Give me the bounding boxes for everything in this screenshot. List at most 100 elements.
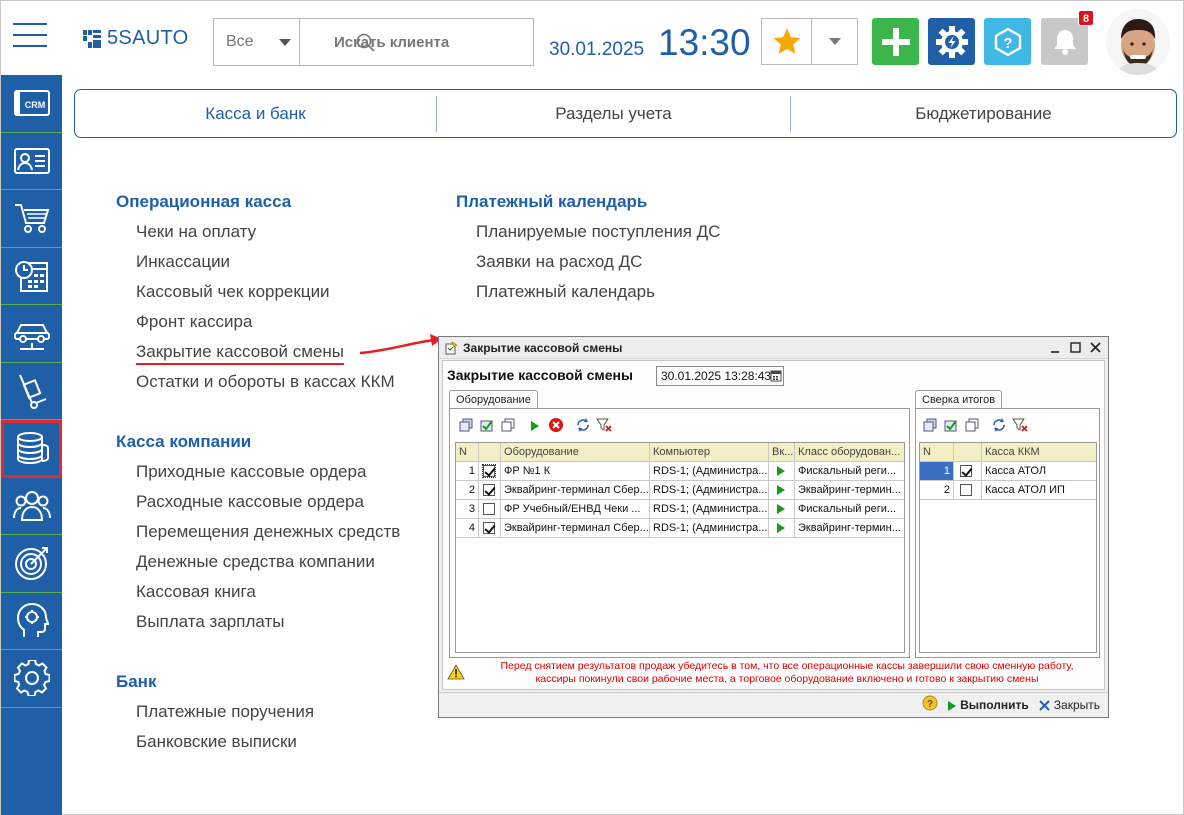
row-checkbox[interactable]	[479, 500, 501, 518]
link-expense-requests[interactable]: Заявки на расход ДС	[476, 252, 642, 272]
cancel-icon[interactable]	[548, 417, 564, 433]
equipment-panel: N Оборудование Компьютер Вк... Класс обо…	[449, 408, 910, 658]
enabled-play-icon[interactable]	[769, 462, 795, 480]
run-button[interactable]: Выполнить	[948, 698, 1029, 712]
datetime-field[interactable]: 30.01.2025 13:28:43	[656, 366, 784, 386]
section-title-cash-ops: Операционная касса	[116, 192, 292, 211]
help-button[interactable]: ?	[984, 18, 1031, 65]
row-checkbox[interactable]	[479, 481, 501, 499]
copy-icon[interactable]	[458, 417, 474, 433]
link-salary-payout[interactable]: Выплата зарплаты	[136, 612, 284, 632]
settings-button[interactable]	[928, 18, 975, 65]
search-input[interactable]	[300, 19, 533, 65]
table-row[interactable]: 1 ФР №1 К RDS-1; (Администра... Фискальн…	[456, 462, 904, 481]
link-incoming-orders[interactable]: Приходные кассовые ордера	[136, 462, 366, 482]
equipment-name: ФР Учебный/ЕНВД Чеки ...	[501, 500, 650, 518]
column-header-check[interactable]	[954, 443, 982, 461]
user-avatar[interactable]	[1106, 9, 1170, 75]
check-all-icon[interactable]	[479, 417, 495, 433]
link-bank-statements[interactable]: Банковские выписки	[136, 732, 297, 752]
close-button[interactable]: Закрыть	[1039, 698, 1100, 712]
app-logo[interactable]: 5SAUTO	[83, 27, 188, 50]
link-company-funds[interactable]: Денежные средства компании	[136, 552, 375, 572]
row-checkbox[interactable]	[954, 462, 982, 480]
link-planned-receipts[interactable]: Планируемые поступления ДС	[476, 222, 720, 242]
search-scope-select[interactable]: Все	[214, 19, 300, 65]
calendar-icon[interactable]	[770, 369, 782, 382]
equipment-table: N Оборудование Компьютер Вк... Класс обо…	[455, 442, 905, 653]
close-icon[interactable]	[1088, 341, 1102, 355]
sidebar-item-clients[interactable]	[1, 133, 62, 190]
copy-icon[interactable]	[922, 417, 938, 433]
favorites-button[interactable]	[762, 19, 812, 64]
sidebar-item-marketing[interactable]	[1, 535, 62, 593]
table-row[interactable]: 4 Эквайринг-терминал Сбер... RDS-1; (Адм…	[456, 519, 904, 538]
uncheck-all-icon[interactable]	[500, 417, 516, 433]
link-payment-calendar[interactable]: Платежный календарь	[476, 282, 655, 302]
sidebar-item-staff[interactable]	[1, 478, 62, 535]
sidebar-item-service[interactable]	[1, 305, 62, 363]
check-all-icon[interactable]	[943, 417, 959, 433]
notifications-count-badge: 8	[1078, 10, 1094, 26]
column-header-n[interactable]: N	[456, 443, 479, 461]
tab-budgeting[interactable]: Бюджетирование	[791, 90, 1176, 137]
tab-cash-and-bank[interactable]: Касса и банк	[75, 90, 436, 137]
sidebar-item-sales[interactable]	[1, 190, 62, 248]
sidebar-item-analytics[interactable]	[1, 593, 62, 650]
enabled-play-icon[interactable]	[769, 500, 795, 518]
refresh-icon[interactable]	[575, 417, 591, 433]
column-header-enabled[interactable]: Вк...	[769, 443, 795, 461]
contact-card-icon	[13, 147, 50, 174]
menu-hamburger-icon[interactable]	[13, 23, 47, 47]
tab-reconcile[interactable]: Сверка итогов	[915, 390, 1003, 409]
table-row[interactable]: 3 ФР Учебный/ЕНВД Чеки ... RDS-1; (Админ…	[456, 500, 904, 519]
tab-equipment[interactable]: Оборудование	[449, 390, 538, 409]
link-correction-check[interactable]: Кассовый чек коррекции	[136, 282, 330, 302]
favorites-dropdown[interactable]	[812, 19, 857, 64]
uncheck-all-icon[interactable]	[964, 417, 980, 433]
sidebar-item-settings[interactable]	[1, 650, 62, 708]
link-cash-transfers[interactable]: Перемещения денежных средств	[136, 522, 400, 542]
link-payment-orders[interactable]: Платежные поручения	[136, 702, 314, 722]
crm-label: CRM	[24, 100, 45, 110]
notifications-button[interactable]: 8	[1041, 10, 1094, 65]
maximize-icon[interactable]	[1068, 341, 1082, 355]
add-button[interactable]	[872, 18, 919, 65]
table-row[interactable]: 2 Эквайринг-терминал Сбер... RDS-1; (Адм…	[456, 481, 904, 500]
enabled-play-icon[interactable]	[769, 481, 795, 499]
column-header-n[interactable]: N	[920, 443, 954, 461]
dialog-titlebar: Закрытие кассовой смены	[439, 337, 1108, 359]
refresh-icon[interactable]	[991, 417, 1007, 433]
run-icon[interactable]	[527, 417, 543, 433]
sidebar-item-finance[interactable]	[1, 420, 62, 478]
column-header-equipment[interactable]: Оборудование	[501, 443, 650, 461]
link-close-cash-shift[interactable]: Закрытие кассовой смены	[136, 342, 344, 365]
gear-icon	[13, 660, 50, 697]
sidebar-item-warehouse[interactable]	[1, 363, 62, 420]
table-row[interactable]: 2 Касса АТОЛ ИП	[920, 481, 1096, 500]
enabled-play-icon[interactable]	[769, 519, 795, 537]
cart-icon	[14, 204, 49, 234]
sidebar-item-schedule[interactable]	[1, 248, 62, 305]
row-checkbox[interactable]	[479, 462, 501, 480]
tab-accounting-sections[interactable]: Разделы учета	[437, 90, 790, 137]
people-icon	[12, 490, 51, 521]
link-collections[interactable]: Инкассации	[136, 252, 230, 272]
row-checkbox[interactable]	[954, 481, 982, 499]
filter-clear-icon[interactable]	[596, 417, 612, 433]
column-header-class[interactable]: Класс оборудован...	[795, 443, 904, 461]
column-header-kkm[interactable]: Касса ККМ	[982, 443, 1096, 461]
row-checkbox[interactable]	[479, 519, 501, 537]
minimize-icon[interactable]	[1048, 341, 1062, 355]
link-cashier-front[interactable]: Фронт кассира	[136, 312, 252, 332]
filter-clear-icon[interactable]	[1012, 417, 1028, 433]
link-outgoing-orders[interactable]: Расходные кассовые ордера	[136, 492, 364, 512]
link-cash-book[interactable]: Кассовая книга	[136, 582, 256, 602]
column-header-check[interactable]	[479, 443, 501, 461]
sidebar-item-crm[interactable]: CRM	[1, 75, 62, 133]
column-header-computer[interactable]: Компьютер	[650, 443, 769, 461]
help-icon[interactable]: ?	[922, 695, 938, 716]
link-payment-checks[interactable]: Чеки на оплату	[136, 222, 256, 242]
link-kkm-balances[interactable]: Остатки и обороты в кассах ККМ	[136, 372, 395, 392]
table-row[interactable]: 1 Касса АТОЛ	[920, 462, 1096, 481]
